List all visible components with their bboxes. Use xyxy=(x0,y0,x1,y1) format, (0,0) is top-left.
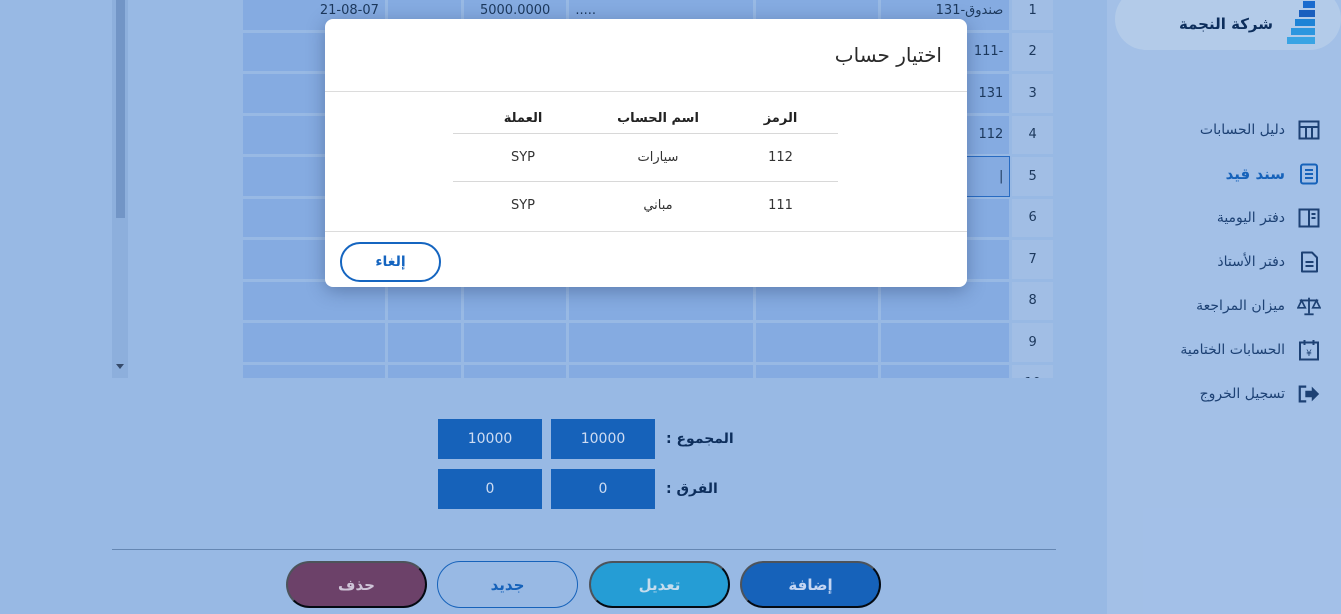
account-currency: SYP xyxy=(510,197,536,213)
account-name: سيارات xyxy=(593,133,723,182)
currency-header: العملة xyxy=(453,105,593,134)
dialog-header-divider xyxy=(325,91,967,92)
account-row[interactable]: SYP مباني 111 xyxy=(453,181,838,229)
account-code: 111 xyxy=(768,197,793,213)
code-header: الرمز xyxy=(723,105,838,134)
account-name: مباني xyxy=(643,197,673,213)
account-row[interactable]: SYP سيارات 112 xyxy=(453,133,838,182)
account-name-header: اسم الحساب xyxy=(593,105,723,134)
accounts-table: العملة اسم الحساب الرمز SYP سيارات 112 S… xyxy=(453,105,838,229)
cancel-button[interactable]: إلغاء xyxy=(340,242,441,282)
account-code: 112 xyxy=(723,133,838,182)
dialog-footer-divider xyxy=(325,231,967,232)
dialog-title: اختيار حساب xyxy=(834,43,942,67)
select-account-dialog: اختيار حساب العملة اسم الحساب الرمز SYP … xyxy=(325,19,967,287)
account-currency: SYP xyxy=(453,133,593,182)
